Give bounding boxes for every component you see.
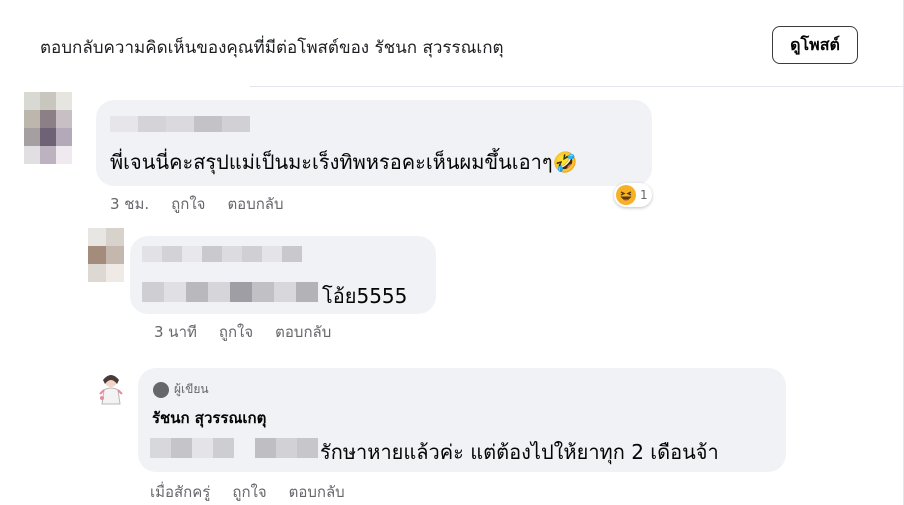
blurred-mention [150, 438, 318, 458]
avatar[interactable] [88, 228, 124, 282]
like-link[interactable]: ถูกใจ [171, 192, 205, 216]
blurred-commenter-name[interactable] [142, 246, 302, 262]
like-link[interactable]: ถูกใจ [232, 480, 266, 504]
page-title: ตอบกลับความคิดเห็นของคุณที่มีต่อโพสต์ของ… [40, 38, 504, 58]
header: ตอบกลับความคิดเห็นของคุณที่มีต่อโพสต์ของ… [0, 0, 904, 90]
comment-time[interactable]: 3 นาที [154, 320, 197, 344]
view-post-button[interactable]: ดูโพสต์ [772, 26, 858, 64]
comment-actions: 3 ชม. ถูกใจ ตอบกลับ [110, 192, 284, 216]
comment-time[interactable]: 3 ชม. [110, 192, 149, 216]
reply-link[interactable]: ตอบกลับ [227, 192, 283, 216]
blurred-mention [142, 282, 318, 302]
comment-bubble: พี่เจนนี่คะสรุปแม่เป็นมะเร็งทิพหรอคะเห็น… [96, 100, 652, 186]
reply-link[interactable]: ตอบกลับ [275, 320, 331, 344]
notification-reply-view: ตอบกลับความคิดเห็นของคุณที่มีต่อโพสต์ของ… [0, 0, 904, 505]
reaction-count: 1 [640, 188, 648, 202]
reply-link[interactable]: ตอบกลับ [289, 480, 345, 504]
comment-text: พี่เจนนี่คะสรุปแม่เป็นมะเร็งทิพหรอคะเห็น… [110, 150, 578, 174]
reaction-summary[interactable]: 1 [614, 183, 652, 207]
author-badge-label: ผู้เขียน [174, 382, 209, 396]
blurred-commenter-name[interactable] [110, 116, 250, 132]
author-reply-bubble: ผู้เขียน รัชนก สุวรรณเกตุ รักษาหายแล้วค่… [138, 368, 786, 472]
author-avatar-image [94, 370, 128, 408]
comment-actions: เมื่อสักครู่ ถูกใจ ตอบกลับ [150, 480, 345, 504]
divider [250, 86, 904, 87]
comment-time[interactable]: เมื่อสักครู่ [150, 480, 210, 504]
comment-actions: 3 นาที ถูกใจ ตอบกลับ [154, 320, 331, 344]
reply-bubble: โอ้ย5555 [130, 236, 436, 314]
author-name[interactable]: รัชนก สุวรรณเกตุ [152, 406, 266, 430]
author-reply-text: รักษาหายแล้วค่ะ แต่ต้องไปให้ยาทุก 2 เดือ… [320, 440, 719, 464]
like-link[interactable]: ถูกใจ [219, 320, 253, 344]
avatar[interactable] [24, 92, 72, 164]
author-avatar[interactable] [94, 370, 128, 408]
author-dot-icon [153, 381, 169, 398]
author-badge: ผู้เขียน [152, 380, 209, 399]
reply-text: โอ้ย5555 [322, 284, 408, 308]
laughing-face-icon [616, 185, 636, 205]
